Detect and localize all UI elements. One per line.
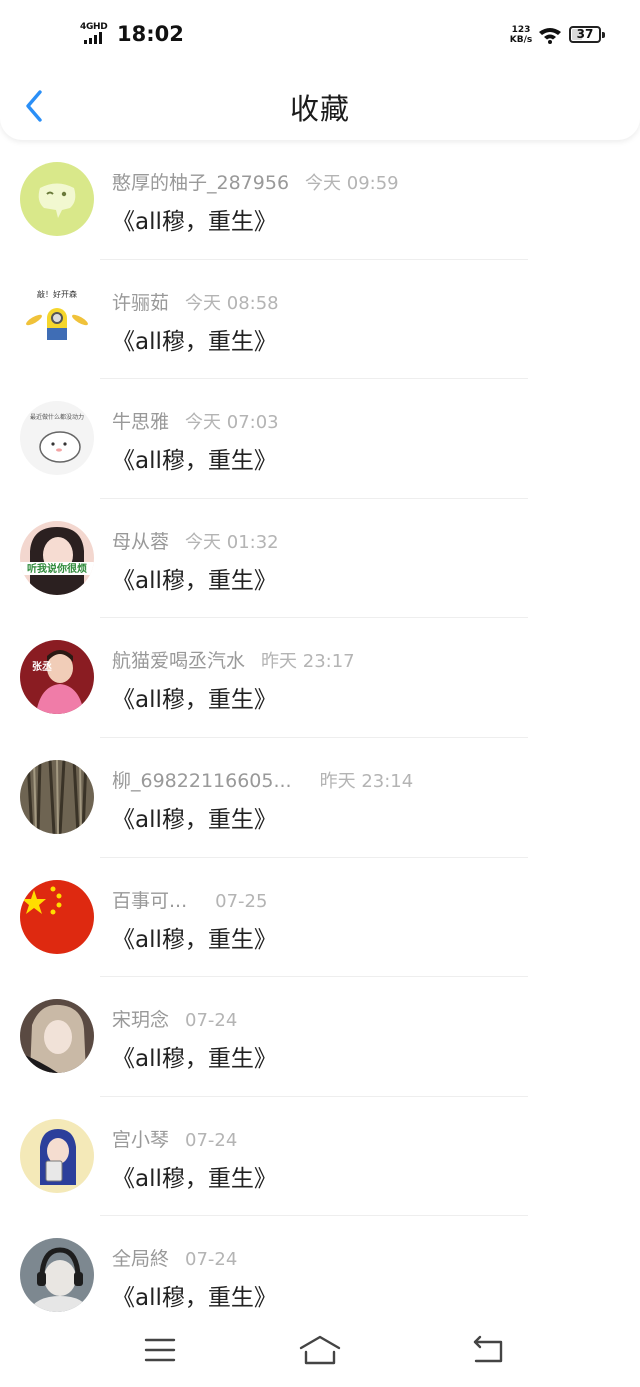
favorite-title[interactable]: 《all穆，重生》 [112,322,277,356]
status-time: 18:02 [117,22,184,46]
home-icon [299,1335,341,1365]
item-meta: 宫小琴 07-24 [112,1125,237,1152]
list-item[interactable]: 百事可... 07-25 《all穆，重生》 [0,858,640,978]
system-navigation-bar [0,1312,640,1387]
list-item[interactable]: 敲！好开森 许骊茹 今天 08:58 《all穆，重生》 [0,260,640,380]
user-name[interactable]: 许骊茹 [112,292,169,314]
item-meta: 许骊茹 今天 08:58 [112,288,279,315]
favorite-title[interactable]: 《all穆，重生》 [112,680,277,714]
item-time: 今天 09:59 [305,173,399,194]
battery-percent: 37 [576,27,594,41]
item-meta: 牛思雅 今天 07:03 [112,407,279,434]
item-meta: 柳_69822116605... 昨天 23:14 [112,766,413,793]
network-indicator: 4GHD [80,22,110,46]
item-time: 07-24 [185,1249,238,1271]
tree-bark-avatar[interactable] [20,759,94,834]
back-return-icon [473,1335,503,1363]
avatar-caption: 敲！好开森 [37,289,77,299]
favorite-title[interactable]: 《all穆，重生》 [112,441,277,475]
list-item[interactable]: 听我说你很烦 母从蓉 今天 01:32 《all穆，重生》 [0,499,640,619]
favorite-title[interactable]: 《all穆，重生》 [112,1039,277,1073]
avatar-caption: 最近做什么都没动力 [30,413,84,421]
speed-value: 123 [511,25,531,35]
home-button[interactable] [298,1332,342,1368]
item-time: 今天 07:03 [185,412,279,434]
user-name[interactable]: 柳_69822116605... [112,770,292,792]
back-nav-button[interactable] [466,1332,510,1368]
favorites-list: 憨厚的柚子_287956 今天 09:59 《all穆，重生》 敲！好开森 许骊茹… [0,140,640,1336]
list-item[interactable]: 宋玥念 07-24 《all穆，重生》 [0,977,640,1097]
item-meta: 母从蓉 今天 01:32 [112,527,279,554]
list-item[interactable]: 宫小琴 07-24 《all穆，重生》 [0,1097,640,1217]
menu-button[interactable] [138,1332,182,1368]
item-meta: 宋玥念 07-24 [112,1005,237,1032]
user-name[interactable]: 百事可... [112,890,187,912]
list-item[interactable]: 最近做什么都没动力 牛思雅 今天 07:03 《all穆，重生》 [0,379,640,499]
favorite-title[interactable]: 《all穆，重生》 [112,800,277,834]
item-time: 07-24 [185,1129,238,1151]
user-name[interactable]: 宫小琴 [112,1129,169,1151]
page-title: 收藏 [289,92,350,126]
wifi-icon [539,28,561,44]
item-time: 昨天 23:17 [261,651,355,673]
favorite-title[interactable]: 《all穆，重生》 [112,1278,277,1312]
user-name[interactable]: 航猫爱喝丞汽水 [112,650,245,672]
item-meta: 百事可... 07-25 [112,886,267,913]
wechat-default-avatar[interactable] [20,162,94,236]
speed-unit: KB/s [509,35,533,45]
favorite-title[interactable]: 《all穆，重生》 [112,920,277,954]
avatar-caption: 听我说你很烦 [27,562,87,575]
item-time: 昨天 23:14 [319,770,414,792]
network-type: 4GHD [80,22,108,32]
favorite-title[interactable]: 《all穆，重生》 [112,561,277,595]
battery-tip [602,32,605,38]
list-item[interactable]: 张丞 航猫爱喝丞汽水 昨天 23:17 《all穆，重生》 [0,618,640,738]
girl-photo-avatar[interactable]: 听我说你很烦 [20,520,94,595]
item-meta: 憨厚的柚子_287956 今天 09:59 [112,168,399,195]
china-flag-avatar[interactable] [20,879,94,954]
item-time: 今天 01:32 [185,531,279,553]
user-name[interactable]: 全局終 [112,1248,169,1270]
user-name[interactable]: 宋玥念 [112,1009,169,1031]
item-time: 07-24 [185,1010,238,1032]
minion-avatar[interactable]: 敲！好开森 [20,281,94,356]
portrait-photo-avatar[interactable] [20,999,94,1074]
avatar-caption: 张丞 [32,660,52,673]
user-name[interactable]: 憨厚的柚子_287956 [112,172,289,194]
list-item[interactable]: 柳_69822116605... 昨天 23:14 《all穆，重生》 [0,738,640,858]
boy-poster-avatar[interactable]: 张丞 [20,640,94,715]
headphones-boy-avatar[interactable] [20,1238,94,1313]
hamster-cartoon-avatar[interactable]: 最近做什么都没动力 [20,401,94,476]
user-name[interactable]: 牛思雅 [112,411,169,433]
item-meta: 航猫爱喝丞汽水 昨天 23:17 [112,646,355,673]
favorite-title[interactable]: 《all穆，重生》 [112,1159,277,1193]
item-meta: 全局終 07-24 [112,1244,237,1271]
battery-icon: 37 [569,26,601,43]
network-speed: 123 KB/s [506,25,536,45]
menu-icon [144,1338,176,1362]
list-item[interactable]: 憨厚的柚子_287956 今天 09:59 《all穆，重生》 [0,140,640,260]
user-name[interactable]: 母从蓉 [112,531,169,553]
item-time: 今天 08:58 [185,292,279,314]
status-bar: 4GHD 18:02 123 KB/s 37 [0,0,640,70]
blue-hair-girl-avatar[interactable] [20,1118,94,1193]
item-time: 07-25 [215,890,268,912]
favorite-title[interactable]: 《all穆，重生》 [112,202,277,236]
